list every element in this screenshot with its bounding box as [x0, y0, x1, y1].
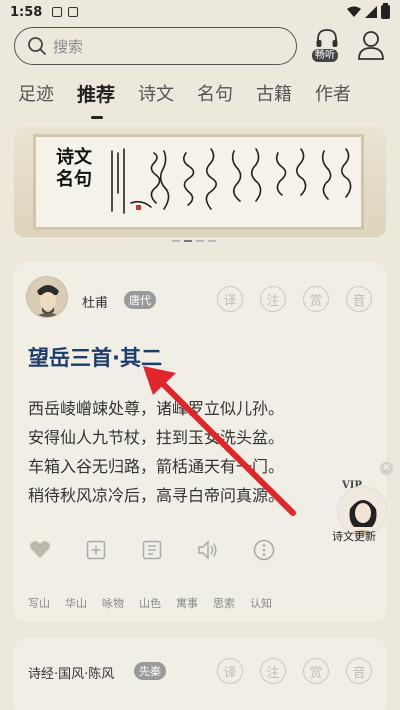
search-icon — [28, 37, 46, 55]
poem-title[interactable]: 望岳三首·其二 — [28, 342, 162, 372]
poem-line: 稍待秋风凉冷后，高寻白帝问真源。 — [28, 486, 285, 505]
tag-link[interactable]: 咏物 — [102, 595, 124, 611]
tab-poems[interactable]: 诗文 — [138, 80, 174, 110]
dynasty-badge: 唐代 — [124, 291, 156, 309]
app-notification-icon — [68, 7, 79, 17]
pronunciation-button[interactable]: 音 — [346, 658, 372, 684]
carousel-dot-active — [184, 240, 192, 242]
dynasty-badge: 先秦 — [134, 662, 166, 680]
search-input[interactable]: 搜索 — [14, 27, 297, 65]
search-placeholder: 搜索 — [53, 37, 84, 56]
user-icon — [358, 31, 384, 60]
profile-button[interactable] — [356, 29, 386, 63]
appreciate-button[interactable]: 赏 — [303, 286, 329, 312]
image-icon — [52, 7, 63, 17]
author-name[interactable]: 杜甫 — [82, 292, 108, 311]
author-portrait-image — [27, 277, 67, 317]
poem-action-circles: 译 注 赏 音 — [217, 658, 372, 684]
poem-tags: 写山 华山 咏物 山色 寓事 思索 认知 — [28, 595, 272, 611]
copy-button[interactable] — [140, 538, 164, 562]
tab-famous-lines[interactable]: 名句 — [197, 80, 233, 110]
annotate-button[interactable]: 注 — [260, 658, 286, 684]
next-poem-card[interactable]: 诗经·国风·陈风 先秦 译 注 赏 音 — [14, 638, 386, 710]
copy-icon — [142, 540, 162, 560]
tag-link[interactable]: 思索 — [213, 595, 235, 611]
tab-authors[interactable]: 作者 — [315, 80, 351, 110]
carousel-dot — [172, 240, 180, 242]
tab-classics[interactable]: 古籍 — [256, 80, 292, 110]
poem-line: 西岳崚嶒竦处尊，诸峰罗立似儿孙。 — [28, 399, 285, 418]
banner-title: 诗文名句 — [56, 147, 92, 190]
banner-carousel[interactable]: 诗文名句 — [14, 127, 386, 237]
carousel-indicator — [172, 240, 216, 242]
floating-vip-badge[interactable]: VIP 诗文更新 — [332, 480, 392, 546]
translate-button[interactable]: 译 — [217, 286, 243, 312]
headphones-icon — [316, 29, 338, 47]
wifi-icon — [347, 6, 361, 17]
poem-source[interactable]: 诗经·国风·陈风 — [28, 663, 114, 682]
tab-footprint[interactable]: 足迹 — [18, 80, 54, 110]
status-bar: 1:58 — [0, 0, 400, 24]
poem-line: 安得仙人九节杖，拄到玉女洗头盆。 — [28, 428, 285, 447]
signal-icon — [365, 6, 377, 18]
heart-icon — [29, 541, 51, 558]
tag-link[interactable]: 写山 — [28, 595, 50, 611]
listen-label: 畅听 — [312, 49, 338, 62]
tag-link[interactable]: 寓事 — [176, 595, 198, 611]
carousel-dot — [196, 240, 204, 242]
battery-icon — [381, 3, 390, 19]
category-tabs: 足迹 推荐 诗文 名句 古籍 作者 — [18, 80, 390, 119]
annotate-button[interactable]: 注 — [260, 286, 286, 312]
carousel-dot — [208, 240, 216, 242]
badge-caption: 诗文更新 — [332, 530, 376, 543]
banner-scroll-image: 诗文名句 — [36, 137, 361, 227]
banner-calligraphy-art — [111, 148, 352, 214]
plus-square-icon — [86, 540, 106, 560]
tag-link[interactable]: 认知 — [250, 595, 272, 611]
poem-body: 西岳崚嶒竦处尊，诸峰罗立似儿孙。 安得仙人九节杖，拄到玉女洗头盆。 车箱入谷无归… — [28, 394, 284, 510]
tag-link[interactable]: 山色 — [139, 595, 161, 611]
tag-link[interactable]: 华山 — [65, 595, 87, 611]
translate-button[interactable]: 译 — [217, 658, 243, 684]
tab-recommend[interactable]: 推荐 — [77, 80, 115, 119]
listen-button[interactable]: 畅听 — [312, 27, 342, 65]
poem-line: 车箱入谷无归路，箭栝通天有一门。 — [28, 457, 285, 476]
pronunciation-button[interactable]: 音 — [346, 286, 372, 312]
poem-toolbar — [28, 538, 308, 562]
search-row: 搜索 畅听 — [14, 27, 386, 65]
audio-button[interactable] — [196, 538, 220, 562]
poem-card[interactable]: 杜甫 唐代 译 注 赏 音 望岳三首·其二 西岳崚嶒竦处尊，诸峰罗立似儿孙。 安… — [14, 262, 386, 622]
more-icon — [253, 539, 275, 561]
close-floating-badge-button[interactable]: ✕ — [380, 462, 393, 475]
like-button[interactable] — [28, 538, 52, 562]
author-avatar[interactable] — [26, 276, 68, 318]
status-time: 1:58 — [10, 4, 43, 20]
add-button[interactable] — [84, 538, 108, 562]
poem-action-circles: 译 注 赏 音 — [217, 286, 372, 312]
speaker-icon — [198, 540, 217, 560]
more-button[interactable] — [252, 538, 276, 562]
appreciate-button[interactable]: 赏 — [303, 658, 329, 684]
